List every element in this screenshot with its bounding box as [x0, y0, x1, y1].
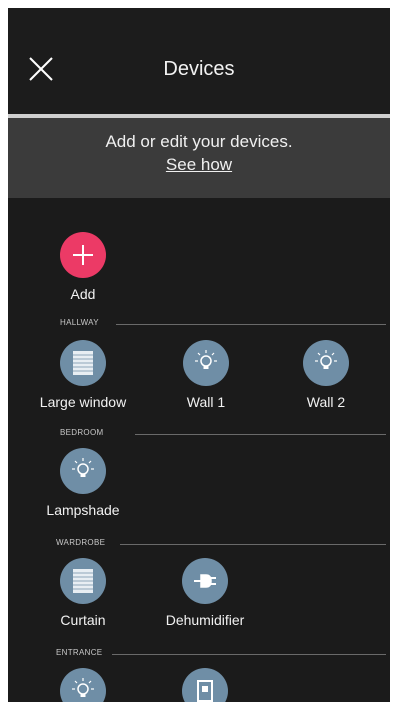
light-bulb-icon	[72, 678, 94, 697]
window-shutter-icon	[73, 351, 93, 375]
add-label: Add	[70, 286, 96, 302]
device-wall-1[interactable]: Wall 1	[151, 340, 261, 410]
section-bedroom: BEDROOM	[8, 428, 390, 440]
device-large-window[interactable]: Large window	[28, 340, 138, 410]
device-lampshade[interactable]: Lampshade	[28, 448, 138, 518]
section-entrance: ENTRANCE	[8, 648, 390, 660]
device-wall-2[interactable]: Wall 2	[271, 340, 381, 410]
light-bulb-icon	[72, 458, 94, 477]
device-circle	[182, 668, 228, 702]
plus-icon	[73, 245, 93, 265]
device-circle	[182, 558, 228, 604]
add-device-button[interactable]: Add	[28, 232, 138, 302]
device-label: Dehumidifier	[165, 612, 245, 628]
section-hallway: HALLWAY	[8, 318, 390, 330]
door-icon	[197, 680, 213, 702]
info-banner: Add or edit your devices. See how	[8, 118, 390, 198]
light-bulb-icon	[195, 350, 217, 369]
see-how-link[interactable]: See how	[166, 155, 232, 175]
section-divider	[112, 654, 386, 655]
device-entrance-door[interactable]	[150, 668, 260, 702]
light-bulb-icon	[315, 350, 337, 369]
section-title: WARDROBE	[56, 538, 106, 547]
device-label: Large window	[39, 394, 127, 410]
device-circle	[60, 558, 106, 604]
section-title: BEDROOM	[60, 428, 104, 437]
section-title: ENTRANCE	[56, 648, 103, 657]
window-shutter-icon	[73, 569, 93, 593]
add-circle	[60, 232, 106, 278]
header: Devices	[8, 8, 390, 114]
section-title: HALLWAY	[60, 318, 99, 327]
section-divider	[135, 434, 386, 435]
device-circle	[60, 340, 106, 386]
device-label: Lampshade	[46, 502, 120, 518]
device-label: Curtain	[60, 612, 106, 628]
device-circle	[303, 340, 349, 386]
section-divider	[116, 324, 386, 325]
device-curtain[interactable]: Curtain	[28, 558, 138, 628]
devices-screen: Devices Add or edit your devices. See ho…	[8, 8, 390, 702]
device-circle	[60, 668, 106, 702]
banner-text: Add or edit your devices.	[105, 132, 293, 151]
device-entrance-light[interactable]	[28, 668, 138, 702]
power-plug-icon	[194, 574, 216, 588]
section-divider	[120, 544, 386, 545]
device-circle	[60, 448, 106, 494]
device-label: Wall 1	[186, 394, 226, 410]
device-label: Wall 2	[306, 394, 346, 410]
section-wardrobe: WARDROBE	[8, 538, 390, 550]
device-circle	[183, 340, 229, 386]
page-title: Devices	[163, 58, 235, 80]
device-dehumidifier[interactable]: Dehumidifier	[150, 558, 260, 628]
